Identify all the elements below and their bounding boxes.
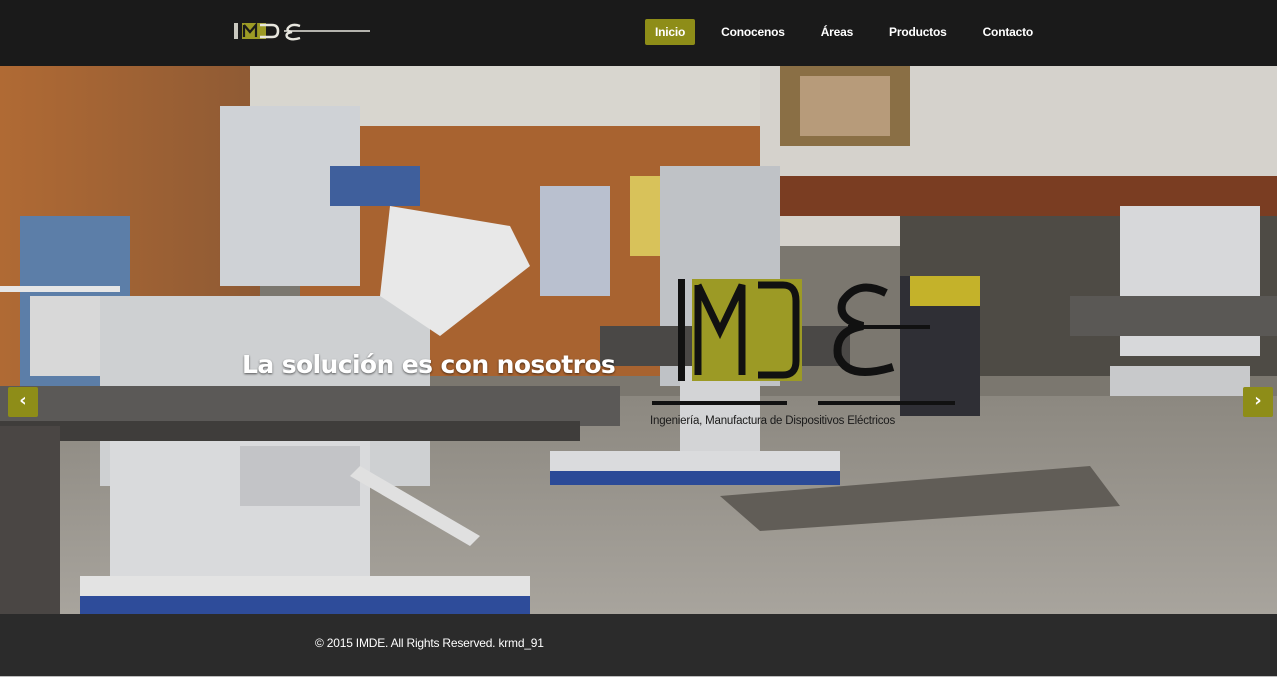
main-nav: Inicio Conocenos Áreas Productos Contact… bbox=[645, 19, 1059, 45]
nav-item-contacto[interactable]: Contacto bbox=[973, 19, 1043, 45]
footer-copyright: © 2015 IMDE. All Rights Reserved. krmd_9… bbox=[315, 636, 544, 650]
nav-item-areas[interactable]: Áreas bbox=[811, 19, 863, 45]
hero-tagline: Ingeniería, Manufactura de Dispositivos … bbox=[650, 415, 896, 427]
hero-overlay-logo bbox=[652, 279, 955, 405]
hero-slider: La solución es con nosotros Ingeniería, … bbox=[0, 66, 1277, 614]
slide-background-image bbox=[0, 66, 1277, 614]
site-logo[interactable] bbox=[232, 20, 372, 44]
top-navbar: Inicio Conocenos Áreas Productos Contact… bbox=[0, 0, 1277, 66]
chevron-left-icon: ‹ bbox=[19, 390, 27, 411]
slide-caption: La solución es con nosotros bbox=[242, 350, 616, 379]
nav-item-conocenos[interactable]: Conocenos bbox=[711, 19, 795, 45]
site-footer: © 2015 IMDE. All Rights Reserved. krmd_9… bbox=[0, 614, 1277, 676]
slider-next-button[interactable]: › bbox=[1243, 387, 1273, 417]
nav-item-productos[interactable]: Productos bbox=[879, 19, 957, 45]
slider-prev-button[interactable]: ‹ bbox=[8, 387, 38, 417]
chevron-right-icon: › bbox=[1254, 390, 1262, 411]
bottom-strip bbox=[0, 676, 1277, 681]
nav-item-inicio[interactable]: Inicio bbox=[645, 19, 696, 45]
